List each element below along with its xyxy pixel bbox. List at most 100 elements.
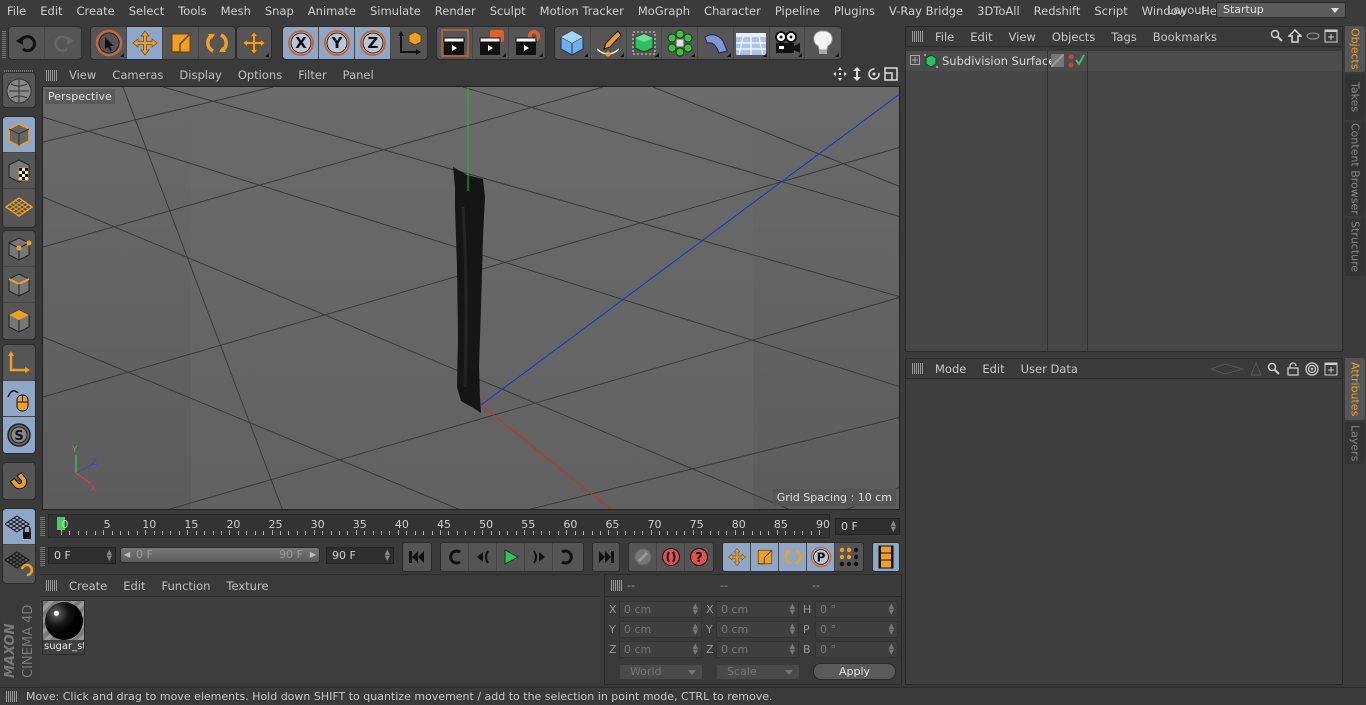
object-menu-objects[interactable]: Objects [1044, 30, 1103, 44]
cube-button[interactable] [555, 27, 591, 59]
y-axis-button[interactable]: Y [319, 27, 355, 59]
spinner-icon[interactable]: ▲ ▼ [790, 603, 795, 616]
bend-deformer-button[interactable] [698, 27, 734, 59]
spinner-icon[interactable]: ▲ ▼ [107, 549, 112, 562]
viewport-menu-view[interactable]: View [61, 68, 104, 82]
object-menu-edit[interactable]: Edit [962, 30, 1000, 44]
record-button[interactable] [657, 543, 685, 571]
layout-dropdown[interactable]: Startup [1215, 2, 1346, 18]
new-panel-icon[interactable] [1324, 29, 1338, 43]
size-z-field[interactable]: 0 cm ▲ ▼ [716, 641, 799, 658]
column-separator[interactable] [1087, 51, 1088, 351]
camera-label[interactable]: Perspective [45, 89, 115, 104]
key-scale-button[interactable] [751, 543, 779, 571]
viewport-menu-filter[interactable]: Filter [290, 68, 334, 82]
pos-y-field[interactable]: 0 cm ▲ ▼ [619, 621, 702, 638]
floor-button[interactable] [734, 27, 770, 59]
tweak-mode-button[interactable] [3, 381, 35, 417]
tab-objects[interactable]: Objects [1345, 26, 1365, 72]
tab-takes[interactable]: Takes [1345, 74, 1365, 120]
render-settings-button[interactable] [509, 27, 545, 59]
menu-edit[interactable]: Edit [33, 0, 69, 22]
coordinate-mode-dropdown[interactable]: World [619, 664, 703, 680]
spinner-icon[interactable]: ▲ ▼ [693, 643, 698, 656]
menu-file[interactable]: File [0, 0, 33, 22]
spinner-icon[interactable]: ▲ ▼ [889, 603, 894, 616]
rot-b-field[interactable]: 0 ° ▲ ▼ [815, 641, 898, 658]
range-left-arrow-icon[interactable]: ◀ [124, 548, 130, 562]
search-icon[interactable] [1267, 362, 1281, 376]
z-axis-button[interactable]: Z [355, 27, 391, 59]
timeline-window-button[interactable] [873, 543, 899, 571]
key-position-button[interactable] [723, 543, 751, 571]
material-menu-edit[interactable]: Edit [115, 579, 153, 593]
menu-vray-bridge[interactable]: V-Ray Bridge [882, 0, 970, 22]
pan-view-icon[interactable] [833, 67, 847, 81]
key-rotation-button[interactable] [779, 543, 807, 571]
rot-p-field[interactable]: 0 ° ▲ ▼ [815, 621, 898, 638]
frame-range-slider[interactable]: ◀ 0 F 90 F ▶ [120, 547, 320, 563]
snap-button[interactable] [3, 463, 35, 499]
spinner-icon[interactable]: ▲ ▼ [790, 643, 795, 656]
object-menu-bookmarks[interactable]: Bookmarks [1145, 30, 1225, 44]
object-menu-file[interactable]: File [927, 30, 962, 44]
light-button[interactable] [805, 27, 841, 59]
render-picture-viewer-button[interactable] [473, 27, 509, 59]
edges-mode-button[interactable] [3, 267, 35, 303]
range-right-arrow-icon[interactable]: ▶ [310, 548, 316, 562]
size-x-field[interactable]: 0 cm ▲ ▼ [716, 601, 799, 618]
key-point-level-button[interactable] [835, 543, 863, 571]
target-icon[interactable] [1305, 362, 1319, 376]
spinner-icon[interactable]: ▲ ▼ [891, 520, 896, 533]
solo-button[interactable]: S [3, 417, 35, 453]
attribute-menu-user-data[interactable]: User Data [1013, 362, 1086, 376]
spinner-icon[interactable]: ▲ ▼ [693, 603, 698, 616]
attribute-menu-mode[interactable]: Mode [927, 362, 974, 376]
tab-layers[interactable]: Layers [1345, 422, 1365, 464]
tab-attributes[interactable]: Attributes [1345, 358, 1365, 420]
x-axis-button[interactable]: X [283, 27, 319, 59]
attribute-grip-icon[interactable] [912, 363, 923, 374]
end-frame-field[interactable]: 90 F ▲ ▼ [326, 547, 394, 564]
size-mode-dropdown[interactable]: Scale [716, 664, 800, 680]
object-name[interactable]: Subdivision Surface [942, 54, 1055, 68]
up-arrow-icon[interactable] [1250, 362, 1262, 376]
rotate-view-icon[interactable] [867, 67, 881, 81]
material-menu-create[interactable]: Create [61, 579, 115, 593]
play-forwards-button[interactable] [497, 543, 525, 571]
column-separator[interactable] [1047, 51, 1048, 351]
camera-button[interactable] [770, 27, 806, 59]
menu-snap[interactable]: Snap [258, 0, 301, 22]
menu-motion-tracker[interactable]: Motion Tracker [533, 0, 631, 22]
workplane-align-button[interactable] [3, 545, 35, 581]
enabled-check-icon[interactable] [1075, 54, 1085, 66]
viewport-grip-icon[interactable] [46, 69, 57, 81]
toggle-view-icon[interactable] [884, 67, 898, 81]
menu-mograph[interactable]: MoGraph [631, 0, 697, 22]
zoom-view-icon[interactable] [850, 67, 864, 81]
texture-mode-button[interactable] [3, 153, 35, 189]
menu-character[interactable]: Character [697, 0, 768, 22]
menu-sculpt[interactable]: Sculpt [483, 0, 533, 22]
key-parameter-button[interactable]: P [807, 543, 835, 571]
layer-tag-icon[interactable] [1051, 54, 1064, 67]
menu-plugins[interactable]: Plugins [827, 0, 882, 22]
workplane-lock-button[interactable] [3, 509, 35, 545]
menu-redshift[interactable]: Redshift [1027, 0, 1088, 22]
menu-3dtoall[interactable]: 3DToAll [970, 0, 1027, 22]
back-arrow-icon[interactable] [1209, 362, 1245, 376]
toolbar-grip[interactable] [2, 30, 6, 58]
motion-path-button[interactable] [629, 543, 657, 571]
viewport-menu-cameras[interactable]: Cameras [104, 68, 171, 82]
go-to-start-button[interactable] [403, 543, 431, 571]
size-y-field[interactable]: 0 cm ▲ ▼ [716, 621, 799, 638]
object-row[interactable]: Subdivision Surface [906, 51, 1342, 71]
material-menu-function[interactable]: Function [154, 579, 219, 593]
object-menu-view[interactable]: View [1001, 30, 1044, 44]
autokeying-button[interactable]: ? [685, 543, 713, 571]
viewport-menu-panel[interactable]: Panel [335, 68, 382, 82]
move-tool-button[interactable] [127, 27, 163, 59]
undo-button[interactable] [9, 27, 45, 59]
spinner-icon[interactable]: ▲ ▼ [693, 623, 698, 636]
next-frame-button[interactable] [525, 543, 553, 571]
